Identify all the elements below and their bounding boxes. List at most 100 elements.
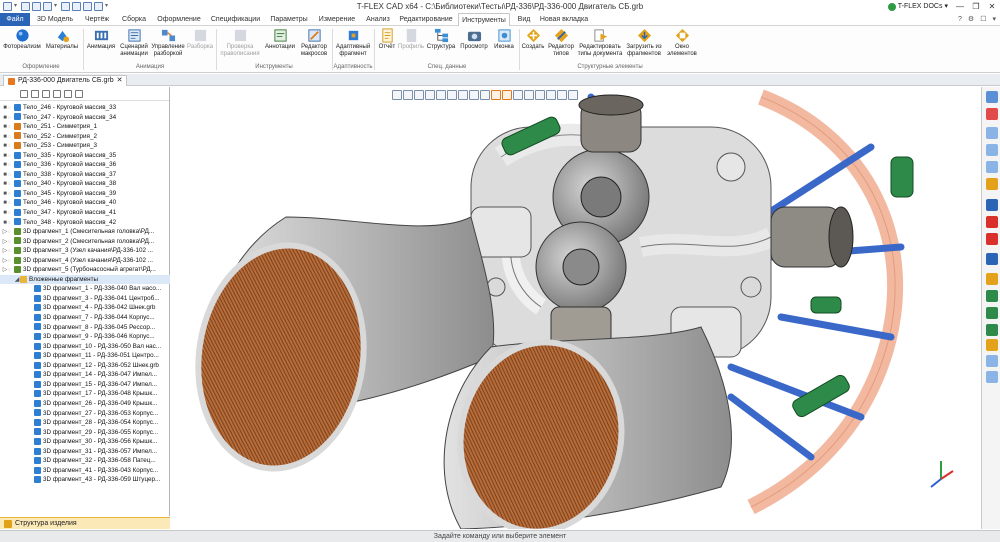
refresh-icon[interactable]	[75, 89, 83, 98]
redo-icon[interactable]	[72, 2, 81, 11]
tree-row[interactable]: 3D фрагмент_43 - РД-336-059 Штуцер...	[0, 475, 170, 485]
tree-row[interactable]: 3D фрагмент_8 - РД-336-045 Рессор...	[0, 323, 170, 333]
print-icon[interactable]	[83, 2, 92, 11]
tree-row[interactable]: 3D фрагмент_17 - РД-336-048 Крышк...	[0, 389, 170, 399]
tree-row[interactable]: 3D фрагмент_26 - РД-336-049 Крышк...	[0, 399, 170, 409]
tab-formatting[interactable]: Оформление	[153, 13, 205, 26]
tree-row[interactable]: 3D фрагмент_15 - РД-336-047 Импел...	[0, 380, 170, 390]
rotate-icon[interactable]	[557, 90, 567, 100]
folder-icon[interactable]	[986, 339, 998, 351]
tab-parameters[interactable]: Параметры	[266, 13, 312, 26]
tree-row[interactable]: ▷◌ 3D фрагмент_5 (Турбонасосный агрегат\Р…	[0, 265, 170, 275]
tree-row[interactable]: 3D фрагмент_31 - РД-336-057 Импел...	[0, 447, 170, 457]
tree-row[interactable]: ▷◌ 3D фрагмент_4 (Узел качания\РД-336-102…	[0, 256, 170, 266]
texture-icon[interactable]	[986, 307, 998, 319]
tree-row[interactable]: 3D фрагмент_14 - РД-336-047 Импел...	[0, 370, 170, 380]
tree-row[interactable]: ■◌ Тело_336 - Круговой массив_36	[0, 160, 170, 170]
tree-row[interactable]: ■◌ Тело_346 - Круговой массив_40	[0, 198, 170, 208]
edges-icon[interactable]	[524, 90, 534, 100]
tab-drawing[interactable]: Чертёж	[79, 13, 115, 26]
tree-row[interactable]: ■◌ Тело_246 - Круговой массив_33	[0, 103, 170, 113]
materials-button[interactable]: Материалы	[44, 28, 80, 51]
document-tab[interactable]: РД-336-000 Двигатель СБ.grb ✕	[3, 75, 128, 86]
tree-row[interactable]: 3D фрагмент_11 - РД-336-051 Центро...	[0, 351, 170, 361]
back-icon[interactable]	[20, 89, 28, 98]
tree-row[interactable]: ■◌ Тело_345 - Круговой массив_39	[0, 189, 170, 199]
panel-tab-product-structure[interactable]: Структура изделия	[0, 517, 170, 529]
tab-analysis[interactable]: Анализ	[362, 13, 394, 26]
maximize-button[interactable]: ❐	[968, 0, 984, 13]
shaded-icon[interactable]	[491, 90, 501, 100]
help-icon[interactable]: ?	[958, 13, 962, 26]
magnet-icon[interactable]	[986, 108, 998, 120]
tree-row[interactable]: ■◌ Тело_253 - Симметрия_3	[0, 141, 170, 151]
tree-row[interactable]: ▷◌ 3D фрагмент_3 (Узел качания\РД-336-102…	[0, 246, 170, 256]
tree-row[interactable]: ▷◌ 3D фрагмент_1 (Смесительная головка\РД…	[0, 227, 170, 237]
close-icon[interactable]: ✕	[117, 76, 123, 86]
pan-icon[interactable]	[568, 90, 578, 100]
chevron-down-icon[interactable]: ▾	[53, 2, 58, 11]
grid-icon[interactable]	[447, 90, 457, 100]
tree-row[interactable]: 3D фрагмент_10 - РД-336-050 Вал нас...	[0, 342, 170, 352]
tree-row[interactable]: 3D фрагмент_1 - РД-336-040 Вал насо...	[0, 284, 170, 294]
spellcheck-button[interactable]: Проверка правописания	[218, 28, 262, 58]
tab-view[interactable]: Вид	[512, 13, 536, 26]
wireframe-icon[interactable]	[502, 90, 512, 100]
settings-icon[interactable]: ⚙	[968, 13, 974, 26]
tree-row[interactable]: ■◌ Тело_347 - Круговой массив_41	[0, 208, 170, 218]
close-button[interactable]: ✕	[984, 0, 1000, 13]
load-from-fragments-button[interactable]: Загрузить из фрагментов	[624, 28, 664, 58]
tree-row[interactable]: 3D фрагмент_29 - РД-336-055 Корпус...	[0, 428, 170, 438]
tflex-docs-button[interactable]: T-FLEX DOCs ▾	[887, 0, 948, 13]
animation-button[interactable]: Анимация	[85, 28, 117, 51]
tab-editing[interactable]: Редактирование	[396, 13, 456, 26]
tree-row[interactable]: 3D фрагмент_7 - РД-336-044 Корпус...	[0, 313, 170, 323]
snap-icon[interactable]	[414, 90, 424, 100]
create-button[interactable]: Создать	[521, 28, 545, 51]
tab-specifications[interactable]: Спецификации	[207, 13, 264, 26]
tree-row[interactable]: ■◌ Тело_338 - Круговой массив_37	[0, 170, 170, 180]
adaptive-fragment-button[interactable]: Адаптивный фрагмент	[334, 28, 372, 58]
perspective-icon[interactable]	[535, 90, 545, 100]
measure-icon[interactable]	[469, 90, 479, 100]
tab-file[interactable]: Файл	[0, 13, 30, 26]
select-filter-icon[interactable]	[403, 90, 413, 100]
printer-icon[interactable]	[986, 371, 998, 383]
3d-viewport[interactable]	[171, 87, 981, 529]
forward-icon[interactable]	[31, 89, 39, 98]
tree-row[interactable]: 3D фрагмент_32 - РД-336-058 Патец...	[0, 456, 170, 466]
tree-row[interactable]: 3D фрагмент_9 - РД-336-046 Корпус...	[0, 332, 170, 342]
tab-new[interactable]: Новая вкладка	[538, 13, 590, 26]
layers-icon[interactable]	[986, 199, 998, 211]
structure-button[interactable]: Структура	[426, 28, 456, 51]
view-icon[interactable]	[458, 90, 468, 100]
check-icon[interactable]	[986, 216, 998, 228]
chevron-down-icon[interactable]: ▾	[992, 13, 996, 26]
elements-window-button[interactable]: Окно элементов	[665, 28, 699, 58]
search-icon[interactable]	[64, 89, 72, 98]
tree-row[interactable]: ■◌ Тело_335 - Круговой массив_35	[0, 151, 170, 161]
tree-row[interactable]: 3D фрагмент_4 - РД-336-042 Шнек.grb	[0, 303, 170, 313]
zoom-out-icon[interactable]	[986, 144, 998, 156]
macro-editor-button[interactable]: Редактор макросов	[297, 28, 331, 58]
filter-icon[interactable]	[392, 90, 402, 100]
animation-script-button[interactable]: Сценарий анимации	[117, 28, 151, 58]
tree-row[interactable]: ■◌ Тело_251 - Симметрия_1	[0, 122, 170, 132]
report-button[interactable]: Отчёт	[376, 28, 398, 51]
open-file-icon[interactable]	[32, 2, 41, 11]
tree-row[interactable]: ■◌ Тело_340 - Круговой массив_38	[0, 179, 170, 189]
undo-icon[interactable]	[61, 2, 70, 11]
tree-row[interactable]: 3D фрагмент_3 - РД-336-041 Центроб...	[0, 294, 170, 304]
pie-icon[interactable]	[986, 273, 998, 285]
tree-row[interactable]: 3D фрагмент_12 - РД-336-052 Шнек.grb	[0, 361, 170, 371]
icon-tool-button[interactable]: Иконка	[491, 28, 517, 51]
photorealism-button[interactable]: Фотореализм	[2, 28, 42, 51]
properties-icon[interactable]	[986, 253, 998, 265]
new-file-icon[interactable]	[21, 2, 30, 11]
cube-icon[interactable]	[986, 91, 998, 103]
preview-button[interactable]: Просмотр	[458, 28, 490, 51]
edit-doc-types-button[interactable]: Редактировать типы документа	[577, 28, 623, 58]
paint-icon[interactable]	[986, 324, 998, 336]
tree-folder[interactable]: ◢ Вложенные фрагменты	[0, 274, 170, 285]
monitor-icon[interactable]	[986, 355, 998, 367]
